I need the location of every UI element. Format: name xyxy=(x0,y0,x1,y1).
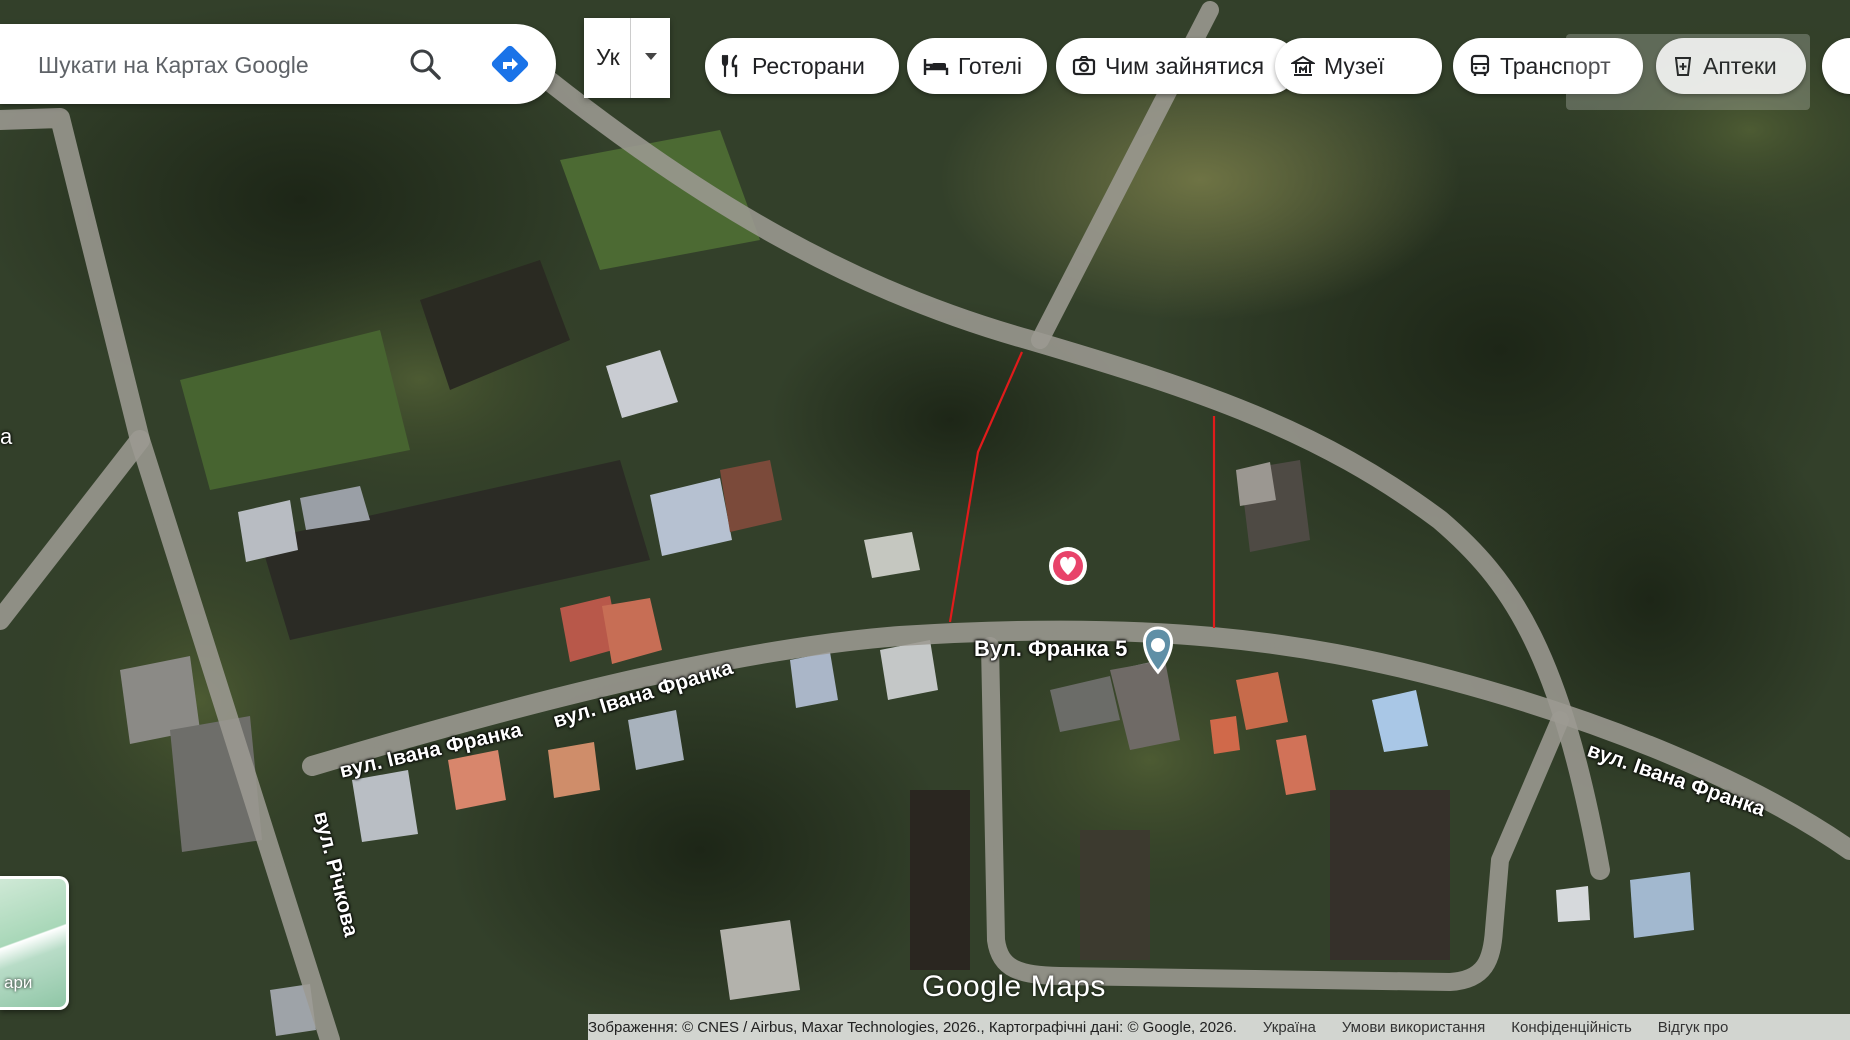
partial-place-label: а xyxy=(0,424,13,449)
input-tools-button[interactable]: Ук xyxy=(584,18,670,98)
input-tools-dropdown[interactable] xyxy=(630,18,671,98)
attribution-footer: Зображення: © CNES / Airbus, Maxar Techn… xyxy=(588,1014,1850,1040)
directions-button[interactable] xyxy=(488,42,532,86)
layers-toggle[interactable]: ари xyxy=(0,876,69,1010)
layers-label: ари xyxy=(4,973,33,992)
chip-label: Аптеки xyxy=(1703,52,1777,79)
footer-link-privacy[interactable]: Конфіденційність xyxy=(1511,1019,1632,1036)
chip-label: Музеї xyxy=(1324,52,1385,79)
saved-heart-icon[interactable] xyxy=(1049,547,1087,585)
chip-restaurants[interactable]: Ресторани xyxy=(705,38,899,94)
camera-icon xyxy=(1072,56,1096,76)
pharmacy-icon xyxy=(1675,57,1691,76)
chip-label: Ресторани xyxy=(752,52,865,79)
marker-label[interactable]: Вул. Франка 5 xyxy=(974,636,1127,662)
chip-hotels[interactable]: Готелі xyxy=(907,38,1047,94)
chip-label: Готелі xyxy=(958,52,1023,79)
bus-icon xyxy=(1470,54,1490,76)
search-icon xyxy=(410,49,441,80)
directions-icon xyxy=(491,45,529,83)
footer-link-feedback[interactable]: Відгук про xyxy=(1658,1019,1729,1036)
chip-things-to-do[interactable]: Чим зайнятися xyxy=(1056,38,1298,94)
search-button[interactable] xyxy=(404,44,448,84)
search-box xyxy=(0,24,556,104)
imagery-attribution: Зображення: © CNES / Airbus, Maxar Techn… xyxy=(588,1018,1237,1036)
footer-link-country[interactable]: Україна xyxy=(1263,1019,1316,1036)
satellite-map[interactable] xyxy=(0,0,1850,1040)
google-maps-logo: Google Maps xyxy=(922,970,1106,1003)
chip-museums[interactable]: Музеї xyxy=(1275,38,1442,94)
input-language-label: Ук xyxy=(596,44,620,70)
fork-knife-icon xyxy=(721,54,738,78)
chip-pharmacies[interactable]: Аптеки xyxy=(1656,38,1806,94)
search-input[interactable] xyxy=(36,46,390,84)
chip-label: Чим зайнятися xyxy=(1105,52,1265,79)
footer-link-terms[interactable]: Умови використання xyxy=(1342,1019,1485,1036)
museum-icon xyxy=(1291,55,1315,76)
caret-down-icon xyxy=(645,53,657,60)
bed-icon xyxy=(923,59,949,75)
